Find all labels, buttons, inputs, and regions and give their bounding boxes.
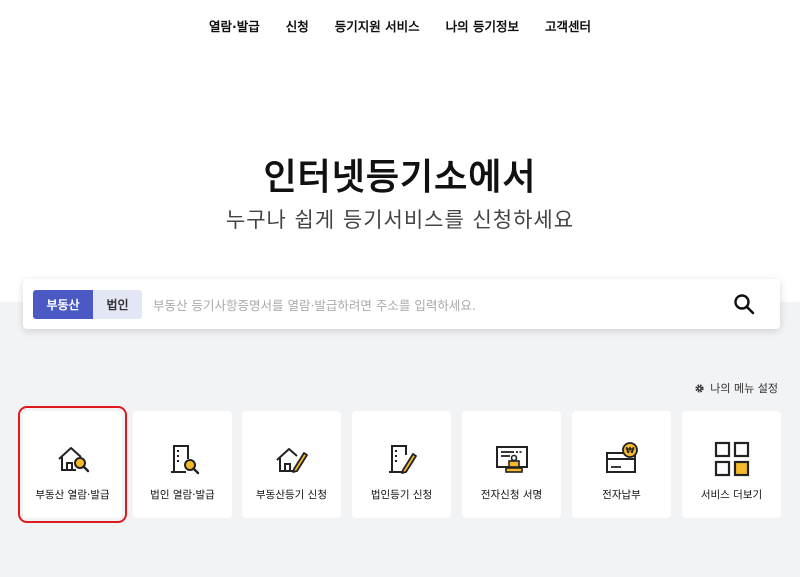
search-icon[interactable] bbox=[732, 292, 756, 316]
search-input[interactable]: 부동산 등기사항증명서를 열람·발급하려면 주소를 입력하세요. bbox=[153, 295, 732, 314]
nav-item-my-registry-info[interactable]: 나의 등기정보 bbox=[446, 16, 519, 35]
quick-menu-label: 법인 열람·발급 bbox=[150, 489, 215, 501]
nav-item-customer-center[interactable]: 고객센터 bbox=[545, 16, 591, 35]
my-menu-settings-link[interactable]: 나의 메뉴 설정 bbox=[694, 380, 778, 396]
quick-menu-e-signature[interactable]: 전자신청 서명 bbox=[462, 411, 561, 518]
hero-title: 인터넷등기소에서 bbox=[263, 157, 537, 198]
building-pen-icon bbox=[388, 445, 417, 474]
grid-more-icon bbox=[714, 441, 749, 477]
tab-corporation[interactable]: 법인 bbox=[93, 289, 142, 319]
quick-menu-label: 전자납부 bbox=[602, 489, 641, 501]
quick-menu-real-estate-view[interactable]: 부동산 열람·발급 bbox=[18, 406, 127, 523]
e-signature-icon bbox=[495, 446, 528, 473]
gear-icon bbox=[695, 383, 704, 393]
house-search-icon bbox=[57, 447, 89, 473]
svg-text:₩: ₩ bbox=[625, 446, 634, 455]
nav-item-support-service[interactable]: 등기지원 서비스 bbox=[335, 16, 420, 35]
quick-menu-label: 서비스 더보기 bbox=[700, 489, 763, 501]
quick-menu-corp-apply[interactable]: 법인등기 신청 bbox=[352, 411, 451, 518]
quick-menu-label: 전자신청 서명 bbox=[480, 489, 543, 501]
hero-subtitle: 누구나 쉽게 등기서비스를 신청하세요 bbox=[225, 208, 575, 232]
quick-menu-more-services[interactable]: 서비스 더보기 bbox=[682, 411, 781, 518]
my-menu-settings-label: 나의 메뉴 설정 bbox=[710, 382, 778, 395]
quick-menu-e-payment[interactable]: ₩ 전자납부 bbox=[572, 411, 671, 518]
tab-real-estate[interactable]: 부동산 bbox=[33, 289, 93, 319]
nav-item-view-issue[interactable]: 열람·발급 bbox=[209, 16, 260, 35]
top-nav: 열람·발급 신청 등기지원 서비스 나의 등기정보 고객센터 bbox=[0, 0, 800, 50]
search-type-toggle: 부동산 법인 bbox=[33, 289, 142, 319]
e-payment-icon: ₩ bbox=[605, 442, 638, 473]
quick-menu-label: 법인등기 신청 bbox=[370, 489, 433, 501]
quick-menu-corp-view[interactable]: 법인 열람·발급 bbox=[133, 411, 232, 518]
house-pen-icon bbox=[275, 448, 308, 473]
quick-menu-label: 부동산등기 신청 bbox=[256, 489, 327, 501]
building-search-icon bbox=[170, 445, 199, 475]
nav-item-apply[interactable]: 신청 bbox=[286, 16, 309, 35]
search-box: 부동산 법인 부동산 등기사항증명서를 열람·발급하려면 주소를 입력하세요. bbox=[23, 279, 780, 329]
quick-menu-label: 부동산 열람·발급 bbox=[35, 489, 110, 501]
quick-menu-real-estate-apply[interactable]: 부동산등기 신청 bbox=[242, 411, 341, 518]
